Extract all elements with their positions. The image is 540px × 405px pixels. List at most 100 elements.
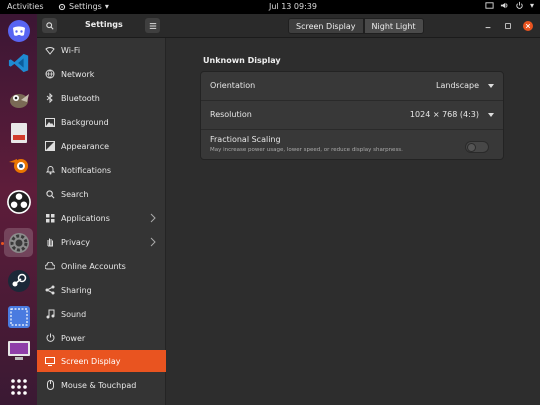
dock-screenshot[interactable] (4, 302, 33, 331)
wifi-icon (45, 45, 55, 55)
chevron-right-icon (150, 237, 156, 247)
app-menu[interactable]: Settings ▾ (58, 2, 109, 11)
sidebar-item-label: Notifications (61, 165, 112, 175)
sidebar-item-label: Search (61, 189, 89, 199)
dropdown-arrow-icon (488, 113, 494, 117)
clock[interactable]: Jul 13 09:39 (269, 2, 317, 11)
show-applications-button[interactable] (4, 372, 33, 401)
orientation-value: Landscape (436, 81, 479, 90)
system-tray[interactable]: ▾ (485, 1, 534, 10)
sidebar-item-sound[interactable]: Sound (37, 303, 166, 325)
close-icon (525, 23, 531, 29)
sidebar-item-label: Privacy (61, 237, 90, 247)
gear-icon (58, 3, 66, 10)
sidebar-item-online-accounts[interactable]: Online Accounts (37, 255, 166, 277)
resolution-row[interactable]: Resolution 1024 × 768 (4:3) (201, 110, 503, 124)
blender-icon (8, 158, 28, 173)
minimize-button[interactable] (483, 21, 493, 31)
dock-steam[interactable] (4, 266, 33, 295)
settings-gear-icon (8, 232, 29, 253)
mouse-icon (45, 380, 55, 390)
sidebar-item-label: Online Accounts (61, 261, 126, 271)
sidebar-item-wifi[interactable]: Wi-Fi (37, 39, 166, 61)
resolution-label: Resolution (210, 110, 252, 119)
dock-obs[interactable] (4, 187, 33, 216)
network-status-icon (485, 2, 494, 9)
divider (201, 129, 503, 130)
sidebar-item-search[interactable]: Search (37, 183, 166, 205)
fractional-scaling-row: Fractional Scaling May increase power us… (201, 135, 503, 159)
desktop: Activities Settings ▾ Jul 13 09:39 ▾ Set… (0, 0, 540, 405)
sidebar-item-appearance[interactable]: Appearance (37, 135, 166, 157)
sidebar-item-label: Sharing (61, 285, 92, 295)
settings-sidebar: Wi-Fi Network Bluetooth Background Appea… (37, 38, 166, 405)
share-icon (45, 285, 55, 295)
sidebar-item-notifications[interactable]: Notifications (37, 159, 166, 181)
dock-background-app[interactable] (4, 118, 33, 147)
sidebar-item-label: Sound (61, 309, 87, 319)
maximize-icon (505, 23, 511, 29)
orientation-label: Orientation (210, 81, 256, 90)
screenshot-icon (7, 305, 30, 328)
chevron-down-icon: ▾ (104, 2, 109, 11)
view-switcher: Screen Display Night Light (288, 18, 424, 34)
pdf-viewer-icon (10, 122, 27, 143)
search-icon (45, 189, 55, 199)
switch-knob (467, 143, 476, 152)
maximize-button[interactable] (503, 21, 513, 31)
fractional-scaling-switch[interactable] (465, 141, 489, 153)
gimp-icon (9, 93, 29, 108)
sidebar-item-network[interactable]: Network (37, 63, 166, 85)
sidebar-item-background[interactable]: Background (37, 111, 166, 133)
network-icon (45, 69, 55, 79)
power-icon (45, 333, 55, 343)
sidebar-item-label: Screen Display (61, 356, 121, 366)
sidebar-item-power[interactable]: Power (37, 327, 166, 349)
close-button[interactable] (523, 21, 533, 31)
dock-remote-desktop[interactable] (4, 336, 33, 365)
sidebar-item-screen-display[interactable]: Screen Display (37, 350, 166, 372)
dock-vscode[interactable] (4, 48, 33, 77)
tab-night-light[interactable]: Night Light (363, 18, 424, 34)
sidebar-item-applications[interactable]: Applications (37, 207, 166, 229)
divider (201, 100, 503, 101)
chevron-right-icon (150, 213, 156, 223)
dropdown-arrow-icon (488, 84, 494, 88)
orientation-row[interactable]: Orientation Landscape (201, 81, 503, 95)
activities-button[interactable]: Activities (7, 2, 44, 11)
search-icon (45, 21, 54, 30)
fractional-scaling-description: May increase power usage, lower speed, o… (210, 147, 403, 153)
cloud-icon (45, 261, 55, 271)
sidebar-item-privacy[interactable]: Privacy (37, 231, 166, 253)
search-button[interactable] (42, 18, 57, 33)
hand-icon (45, 237, 55, 247)
app-grid-icon (10, 378, 27, 395)
sidebar-item-label: Power (61, 333, 86, 343)
dock-settings[interactable] (4, 228, 33, 257)
main-menu-button[interactable] (145, 18, 160, 33)
appearance-icon (45, 141, 55, 151)
fractional-scaling-label: Fractional Scaling (210, 135, 281, 144)
sidebar-item-label: Network (61, 69, 95, 79)
dock (0, 14, 37, 405)
volume-icon (500, 2, 508, 9)
dock-discord[interactable] (4, 16, 33, 45)
steam-icon (7, 269, 30, 292)
sidebar-item-sharing[interactable]: Sharing (37, 279, 166, 301)
display-settings-card: Orientation Landscape Resolution 1024 × … (200, 71, 504, 160)
tab-screen-display[interactable]: Screen Display (288, 18, 364, 34)
dock-gimp[interactable] (4, 84, 33, 113)
dock-blender[interactable] (4, 150, 33, 179)
sidebar-item-bluetooth[interactable]: Bluetooth (37, 87, 166, 109)
display-name-heading: Unknown Display (203, 56, 281, 65)
power-menu-icon (516, 1, 523, 9)
sidebar-item-label: Background (61, 117, 109, 127)
apps-icon (45, 213, 55, 223)
display-icon (45, 356, 55, 366)
remote-desktop-icon (7, 340, 30, 360)
chevron-down-icon: ▾ (529, 1, 534, 10)
music-note-icon (45, 309, 55, 319)
minimize-icon (485, 27, 491, 29)
background-icon (45, 117, 55, 127)
sidebar-item-mouse-touchpad[interactable]: Mouse & Touchpad (37, 374, 166, 396)
